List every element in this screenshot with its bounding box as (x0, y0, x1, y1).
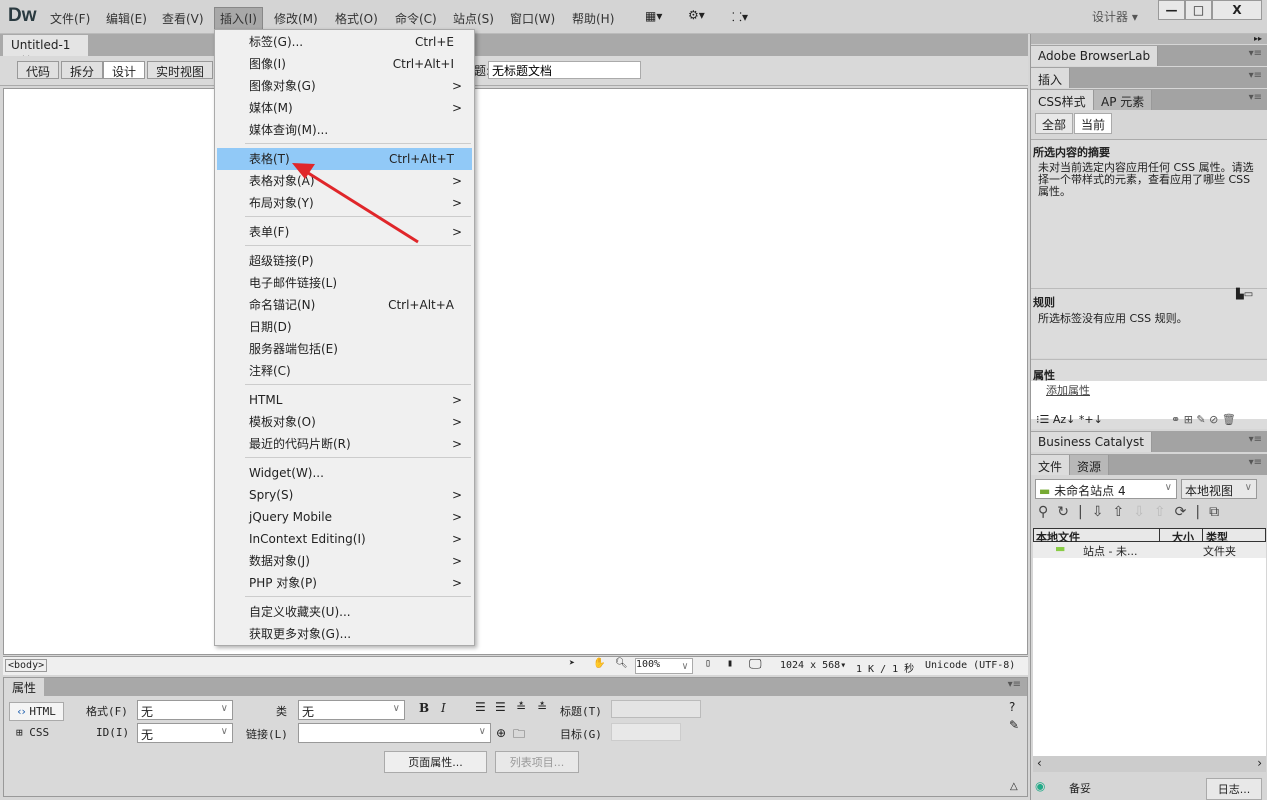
annotation-arrow (292, 163, 419, 244)
annotation-arrow-line (304, 169, 419, 244)
